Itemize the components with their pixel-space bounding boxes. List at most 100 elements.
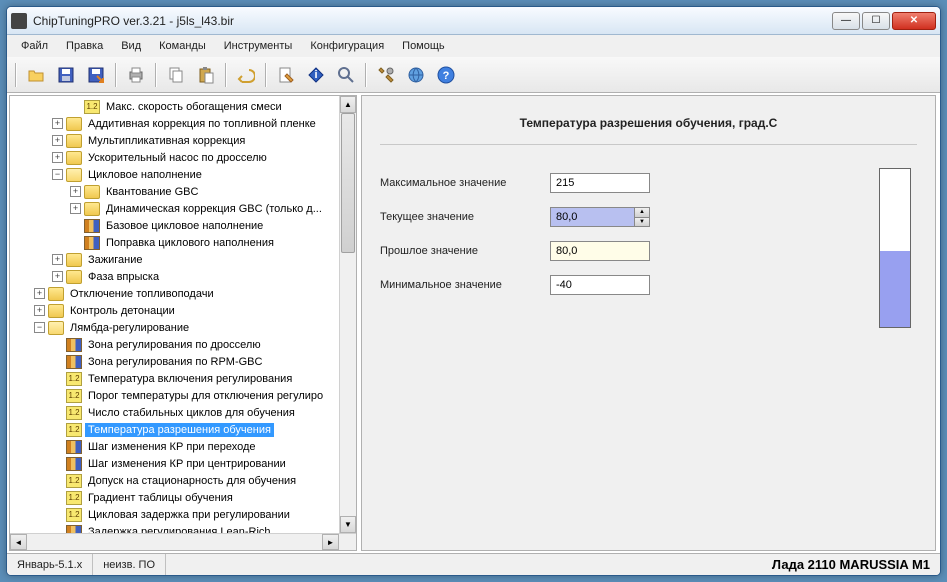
save-as-button[interactable] (83, 62, 109, 88)
open-button[interactable] (23, 62, 49, 88)
undo-button[interactable] (233, 62, 259, 88)
tree-node[interactable]: 1.2Цикловая задержка при регулировании (10, 506, 356, 523)
scroll-thumb[interactable] (341, 113, 355, 253)
content-area: 1.2Макс. скорость обогащения смеси+Аддит… (7, 93, 940, 553)
search-button[interactable] (333, 62, 359, 88)
chart-icon (66, 440, 82, 454)
status-cell-2: неизв. ПО (93, 554, 166, 575)
expand-icon[interactable]: + (52, 254, 63, 265)
chart-icon (66, 338, 82, 352)
scroll-down-button[interactable]: ▼ (340, 516, 356, 533)
info-icon: i (307, 66, 325, 84)
tree-node[interactable]: 1.2Температура разрешения обучения (10, 421, 356, 438)
tree-node[interactable]: − Лямбда-регулирование (10, 319, 356, 336)
tree-node[interactable]: +Ускорительный насос по дросселю (10, 149, 356, 166)
print-button[interactable] (123, 62, 149, 88)
scroll-up-button[interactable]: ▲ (340, 96, 356, 113)
tree-node[interactable]: +Отключение топливоподачи (10, 285, 356, 302)
folder-icon (48, 321, 64, 335)
tree-node[interactable]: 1.2Число стабильных циклов для обучения (10, 404, 356, 421)
tree-spacer (52, 356, 63, 367)
tree-label: Зажигание (85, 253, 146, 267)
tree-node[interactable]: 1.2Градиент таблицы обучения (10, 489, 356, 506)
tree-node[interactable]: 1.2Порог температуры для отключения регу… (10, 387, 356, 404)
collapse-icon[interactable]: − (34, 322, 45, 333)
max-value-field: 215 (550, 173, 650, 193)
tree-node[interactable]: +Мультипликативная коррекция (10, 132, 356, 149)
titlebar[interactable]: ChipTuningPRO ver.3.21 - j5ls_l43.bir — … (7, 7, 940, 35)
tree-label: Порог температуры для отключения регулир… (85, 389, 326, 403)
paste-button[interactable] (193, 62, 219, 88)
tree-node[interactable]: Шаг изменения КР при центрировании (10, 455, 356, 472)
scroll-left-button[interactable]: ◄ (10, 534, 27, 550)
menu-правка[interactable]: Правка (58, 37, 111, 55)
tree-node[interactable]: +Динамическая коррекция GBC (только д... (10, 200, 356, 217)
gauge-fill (880, 251, 910, 327)
tree-pane[interactable]: 1.2Макс. скорость обогащения смеси+Аддит… (9, 95, 357, 551)
tree-node[interactable]: +Контроль детонации (10, 302, 356, 319)
open-icon (27, 66, 45, 84)
tools-button[interactable] (373, 62, 399, 88)
expand-icon[interactable]: + (52, 271, 63, 282)
tree-node[interactable]: +Аддитивная коррекция по топливной пленк… (10, 115, 356, 132)
expand-icon[interactable]: + (70, 186, 81, 197)
tree-node[interactable]: + Квантование GBC (10, 183, 356, 200)
help-button[interactable]: ? (433, 62, 459, 88)
chart-icon (66, 355, 82, 369)
minimize-button[interactable]: — (832, 12, 860, 30)
tree-node[interactable]: 1.2Допуск на стационарность для обучения (10, 472, 356, 489)
spin-buttons[interactable]: ▲▼ (634, 208, 649, 226)
param-icon: 1.2 (84, 100, 100, 114)
save-button[interactable] (53, 62, 79, 88)
tree-node[interactable]: +Фаза впрыска (10, 268, 356, 285)
tools-icon (377, 66, 395, 84)
svg-text:i: i (314, 69, 317, 81)
tree-label: Шаг изменения КР при переходе (85, 440, 259, 454)
tree-label: Лямбда-регулирование (67, 321, 192, 335)
tree-node[interactable]: + Зажигание (10, 251, 356, 268)
tree-scrollbar-horizontal[interactable]: ◄ ► (10, 533, 356, 550)
maximize-button[interactable]: ☐ (862, 12, 890, 30)
folder-icon (66, 270, 82, 284)
expand-icon[interactable]: + (52, 118, 63, 129)
app-icon (11, 13, 27, 29)
tree-node[interactable]: Поправка циклового наполнения (10, 234, 356, 251)
menu-инструменты[interactable]: Инструменты (216, 37, 301, 55)
edit-doc-button[interactable] (273, 62, 299, 88)
folder-icon (66, 134, 82, 148)
close-button[interactable]: ✕ (892, 12, 936, 30)
tree-node[interactable]: −Цикловое наполнение (10, 166, 356, 183)
folder-icon (66, 117, 82, 131)
tree-spacer (70, 237, 81, 248)
tree-node[interactable]: 1.2Макс. скорость обогащения смеси (10, 98, 356, 115)
tree-node[interactable]: 1.2Температура включения регулирования (10, 370, 356, 387)
expand-icon[interactable]: + (34, 305, 45, 316)
expand-icon[interactable]: + (52, 152, 63, 163)
tree-node[interactable]: Зона регулирования по RPM-GBC (10, 353, 356, 370)
param-icon: 1.2 (66, 491, 82, 505)
menu-вид[interactable]: Вид (113, 37, 149, 55)
menu-команды[interactable]: Команды (151, 37, 214, 55)
collapse-icon[interactable]: − (52, 169, 63, 180)
copy-button[interactable] (163, 62, 189, 88)
save-icon (57, 66, 75, 84)
tree-label: Квантование GBC (103, 185, 201, 199)
window-title: ChipTuningPRO ver.3.21 - j5ls_l43.bir (33, 14, 832, 28)
network-button[interactable] (403, 62, 429, 88)
folder-icon (66, 253, 82, 267)
tree-scrollbar-vertical[interactable]: ▲ ▼ (339, 96, 356, 533)
tree-label: Поправка циклового наполнения (103, 236, 277, 250)
current-value-input[interactable]: 80,0 ▲▼ (550, 207, 650, 227)
menu-файл[interactable]: Файл (13, 37, 56, 55)
expand-icon[interactable]: + (70, 203, 81, 214)
tree-node[interactable]: Базовое цикловое наполнение (10, 217, 356, 234)
menu-конфигурация[interactable]: Конфигурация (302, 37, 392, 55)
scroll-right-button[interactable]: ► (322, 534, 339, 550)
tree-node[interactable]: Шаг изменения КР при переходе (10, 438, 356, 455)
menu-помощь[interactable]: Помощь (394, 37, 453, 55)
expand-icon[interactable]: + (52, 135, 63, 146)
tree-spacer (52, 390, 63, 401)
info-button[interactable]: i (303, 62, 329, 88)
expand-icon[interactable]: + (34, 288, 45, 299)
tree-node[interactable]: Зона регулирования по дросселю (10, 336, 356, 353)
